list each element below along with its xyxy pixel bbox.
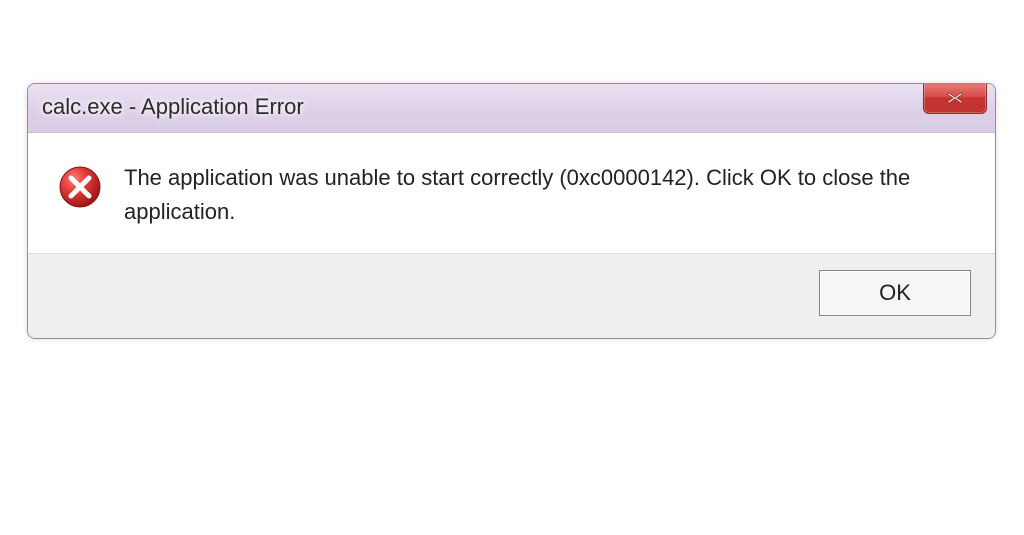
ok-button-label: OK [879, 280, 911, 306]
titlebar: calc.exe - Application Error [28, 84, 995, 133]
dialog-body: The application was unable to start corr… [28, 133, 995, 253]
dialog-footer: OK [28, 253, 995, 338]
close-icon [945, 91, 965, 105]
ok-button[interactable]: OK [819, 270, 971, 316]
error-message: The application was unable to start corr… [124, 161, 944, 229]
error-icon [58, 165, 102, 209]
close-button[interactable] [923, 83, 987, 114]
dialog-title: calc.exe - Application Error [42, 94, 304, 120]
error-dialog: calc.exe - Application Error The applica… [27, 83, 996, 339]
